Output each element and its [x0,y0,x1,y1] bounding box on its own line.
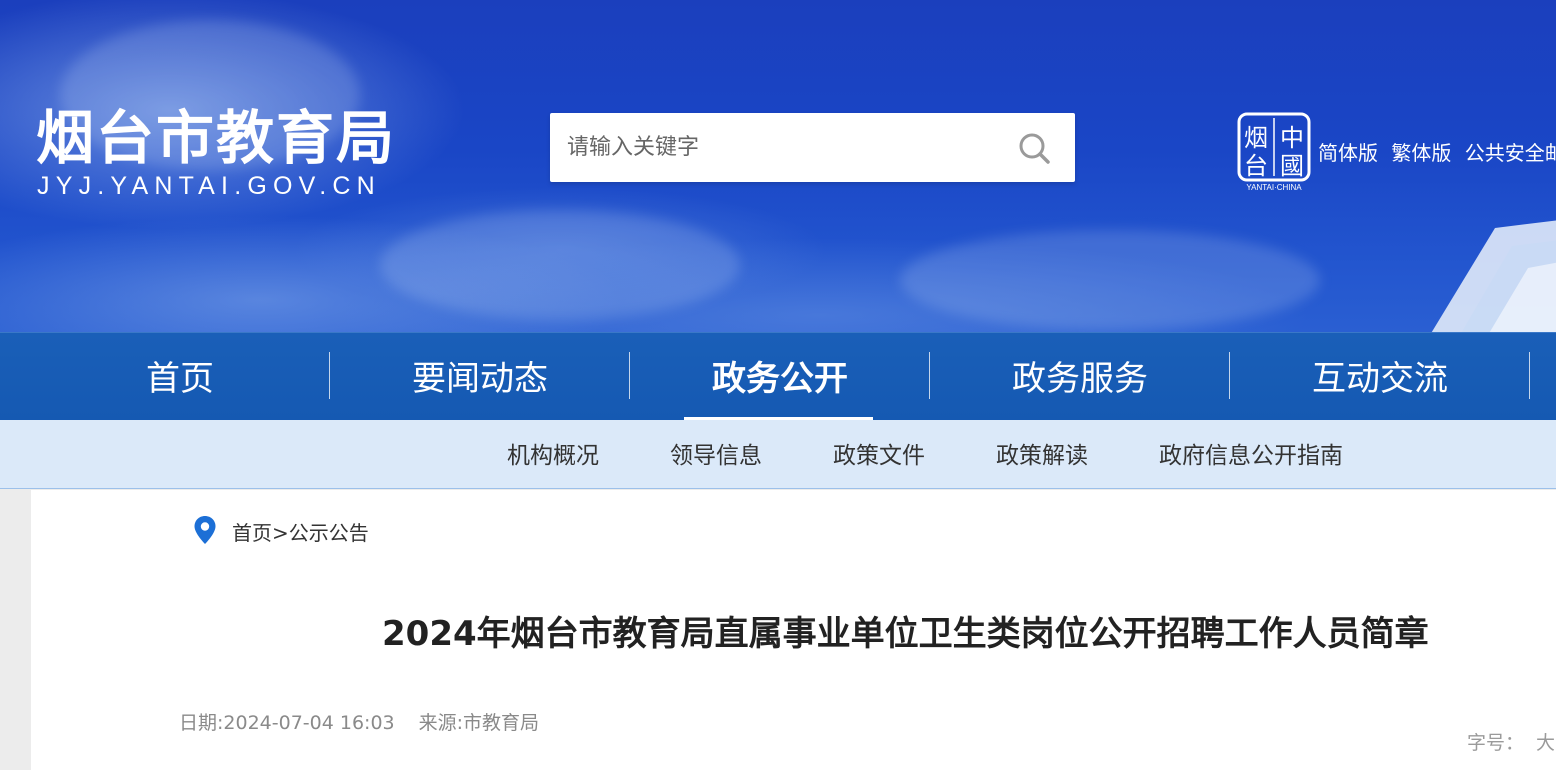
traditional-chinese-link[interactable]: 繁体版 [1391,141,1451,165]
breadcrumb: 首页>公示公告 [232,517,369,546]
svg-text:烟: 烟 [1244,124,1268,152]
nav-item-news[interactable]: 要闻动态 [330,333,630,421]
public-security-mail-link[interactable]: 公共安全邮 [1465,141,1556,165]
nav-separator [1529,352,1530,399]
location-pin-icon [194,516,216,544]
nav-item-home[interactable]: 首页 [30,333,330,421]
site-domain: JYJ.YANTAI.GOV.CN [37,172,381,200]
font-size-large-option[interactable]: 大 [1536,732,1555,754]
subnav-item-leadership[interactable]: 领导信息 [670,420,762,489]
article-content: 首页>公示公告 2024年烟台市教育局直属事业单位卫生类岗位公开招聘工作人员简章… [31,490,1556,770]
svg-text:YANTAI·CHINA: YANTAI·CHINA [1246,183,1302,192]
source-label: 来源: [418,712,464,734]
cloud-decoration [900,230,1320,330]
sub-nav: 机构概况 领导信息 政策文件 政策解读 政府信息公开指南 [0,420,1556,489]
subnav-item-organization[interactable]: 机构概况 [507,420,599,489]
search-button[interactable] [1015,129,1055,169]
subnav-item-disclosure-guide[interactable]: 政府信息公开指南 [1159,420,1343,489]
svg-text:中: 中 [1280,124,1304,152]
article-title: 2024年烟台市教育局直属事业单位卫生类岗位公开招聘工作人员简章 [382,614,1429,654]
breadcrumb-section-link[interactable]: 公示公告 [289,521,369,545]
publish-date: 2024-07-04 16:03 [223,712,395,734]
subnav-item-policy-documents[interactable]: 政策文件 [833,420,925,489]
top-links: 简体版 繁体版 公共安全邮 [1318,137,1556,166]
simplified-chinese-link[interactable]: 简体版 [1318,141,1378,165]
breadcrumb-separator: > [272,521,289,545]
font-size-control: 字号： 大 [1467,728,1555,755]
subnav-item-policy-interpretation[interactable]: 政策解读 [996,420,1088,489]
svg-text:台: 台 [1244,152,1268,180]
site-title[interactable]: 烟台市教育局 [36,104,396,172]
svg-text:國: 國 [1280,152,1304,180]
nav-item-interaction[interactable]: 互动交流 [1230,333,1530,421]
yantai-china-seal-logo: 烟 中 台 國 YANTAI·CHINA [1236,112,1312,192]
site-header: 烟台市教育局 JYJ.YANTAI.GOV.CN 烟 中 台 國 YANTAI·… [0,0,1556,332]
search-input[interactable] [550,113,1010,182]
main-nav: 首页 要闻动态 政务公开 政务服务 互动交流 [0,332,1556,421]
nav-item-services[interactable]: 政务服务 [930,333,1230,421]
book-decoration [1431,220,1556,332]
cloud-decoration [380,210,740,320]
breadcrumb-home-link[interactable]: 首页 [232,521,272,545]
date-label: 日期: [179,712,224,734]
search-icon [1019,133,1050,164]
font-size-label: 字号： [1467,732,1525,754]
article-source: 市教育局 [463,712,540,734]
nav-item-government-affairs[interactable]: 政务公开 [630,333,930,421]
article-meta: 日期:2024-07-04 16:03 来源:市教育局 [179,708,539,735]
search-box [550,113,1075,182]
